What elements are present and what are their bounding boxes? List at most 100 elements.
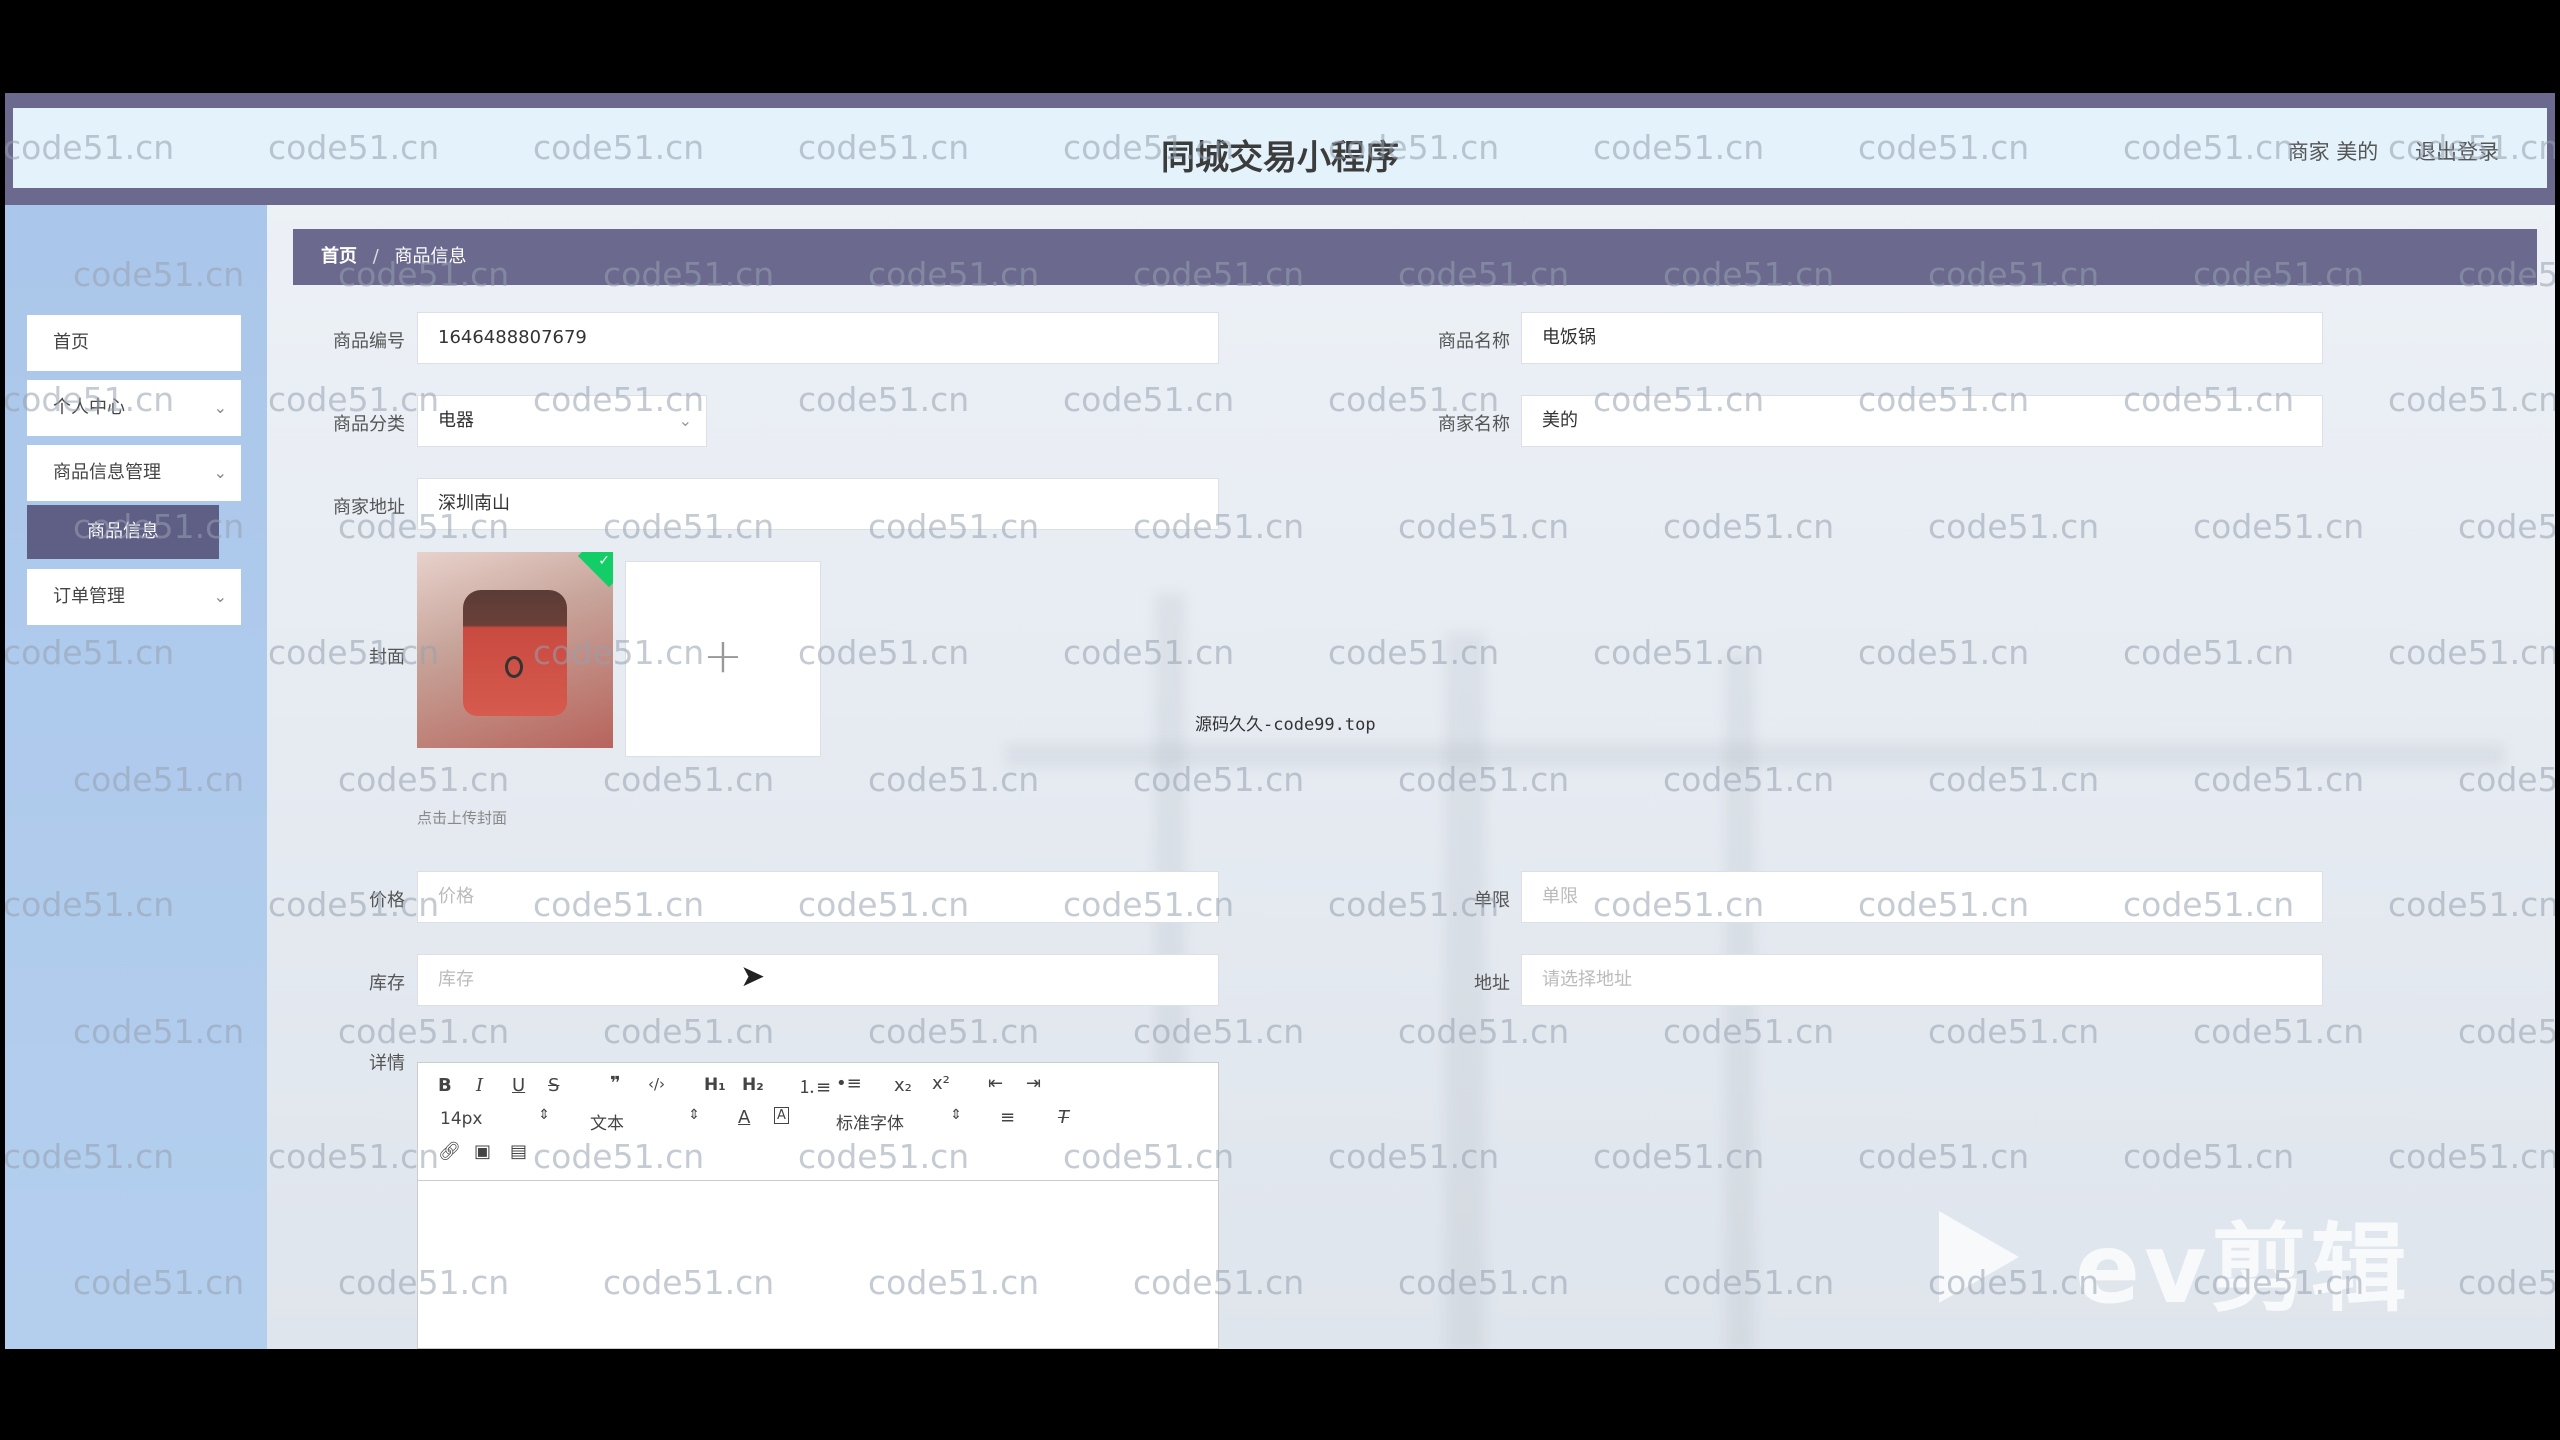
location-input[interactable]: 请选择地址 (1521, 954, 2323, 1006)
watermark-text: code51.cn (268, 1137, 440, 1176)
product-name-label: 商品名称 (1438, 331, 1510, 352)
limit-input[interactable]: 单限 (1521, 871, 2323, 923)
app-window: 同城交易小程序 商家 美的 退出登录 首页 个人中心 ⌄ 商品信息管理 ⌄ 商品… (5, 93, 2555, 1349)
font-family-select[interactable]: 标准字体 ⇕ (836, 1107, 962, 1134)
rice-cooker-button (505, 656, 523, 678)
watermark-text: code51.cn (603, 1012, 775, 1051)
watermark-text: code51.cn (2388, 380, 2555, 419)
video-icon[interactable]: ▤ (510, 1141, 527, 1162)
video-logo: ev剪辑 (2075, 1213, 2411, 1325)
watermark-text: code51.cn (1928, 1012, 2100, 1051)
stock-input[interactable]: 库存 (417, 954, 1219, 1006)
product-code-field[interactable]: 1646488807679 (417, 312, 1219, 364)
chevron-down-icon: ⌄ (213, 587, 227, 606)
watermark-text: code51.cn (798, 380, 970, 419)
sidebar-item-home[interactable]: 首页 (27, 315, 241, 371)
watermark-text: code51.cn (2458, 507, 2555, 546)
merchant-name-field[interactable]: 美的 (1521, 395, 2323, 447)
detail-label: 详情 (369, 1053, 405, 1074)
select-arrows-icon: ⇕ (950, 1107, 962, 1123)
strikethrough-icon[interactable]: S (548, 1075, 559, 1096)
sidebar-item-personal-center[interactable]: 个人中心 ⌄ (27, 380, 241, 436)
watermark-text: code51.cn (2193, 1012, 2365, 1051)
breadcrumb-separator: / (372, 246, 379, 267)
app-title: 同城交易小程序 (1161, 138, 1399, 178)
link-icon[interactable]: 🔗︎ (438, 1141, 461, 1162)
heading-2-icon[interactable]: H₂ (742, 1075, 764, 1095)
chevron-up-icon: ⌄ (213, 463, 227, 482)
upload-hint: 点击上传封面 (417, 809, 508, 827)
plus-icon: + (702, 628, 744, 684)
category-label: 商品分类 (333, 414, 405, 435)
cover-image[interactable]: ✓ (417, 552, 613, 748)
font-family-value: 标准字体 (836, 1114, 904, 1134)
watermark-text: code51.cn (2458, 1263, 2555, 1302)
merchant-address-field[interactable]: 深圳南山 (417, 478, 1219, 530)
sidebar-subitem-product-info[interactable]: 商品信息 (27, 505, 219, 559)
merchant-address-label: 商家地址 (333, 497, 405, 518)
text-type-select[interactable]: 文本 ⇕ (590, 1107, 700, 1134)
watermark-text: code51.cn (338, 1012, 510, 1051)
indent-icon[interactable]: ⇥ (1026, 1073, 1041, 1094)
chevron-down-icon: ⌄ (213, 398, 227, 417)
watermark-text: code51.cn (2458, 1012, 2555, 1051)
sidebar-item-product-management[interactable]: 商品信息管理 ⌄ (27, 445, 241, 501)
merchant-info: 商家 美的 退出登录 (2258, 136, 2499, 166)
watermark-text: code51.cn (2123, 1137, 2295, 1176)
font-size-select[interactable]: 14px ⇕ (440, 1107, 550, 1129)
bullet-list-icon[interactable]: •≡ (836, 1073, 862, 1094)
watermark-text: code51.cn (1063, 633, 1235, 672)
superscript-icon[interactable]: x² (932, 1073, 950, 1094)
align-icon[interactable]: ≡ (1000, 1107, 1015, 1128)
watermark-text: code51.cn (1063, 380, 1235, 419)
breadcrumb-home[interactable]: 首页 (321, 246, 357, 267)
ordered-list-icon[interactable]: ⒈≡ (798, 1073, 831, 1099)
watermark-text: code51.cn (338, 760, 510, 799)
subscript-icon[interactable]: x₂ (894, 1075, 912, 1096)
bold-icon[interactable]: B (438, 1075, 452, 1096)
heading-1-icon[interactable]: H₁ (704, 1075, 726, 1095)
watermark-text: code51.cn (2388, 1137, 2555, 1176)
check-icon: ✓ (598, 553, 610, 569)
category-select[interactable]: 电器 ⌄ (417, 395, 707, 447)
rice-cooker-image (463, 590, 567, 716)
outdent-icon[interactable]: ⇤ (988, 1073, 1003, 1094)
product-name-field[interactable]: 电饭锅 (1521, 312, 2323, 364)
watermark-text: code51.cn (1858, 633, 2030, 672)
underline-icon[interactable]: U (512, 1075, 525, 1096)
category-value: 电器 (438, 410, 474, 431)
limit-label: 单限 (1474, 890, 1510, 911)
breadcrumb: 首页 / 商品信息 (293, 229, 2537, 285)
watermark-text: code51.cn (1663, 507, 1835, 546)
watermark-text: code51.cn (2388, 633, 2555, 672)
center-note: 源码久久-code99.top (1195, 715, 1376, 735)
clear-format-icon[interactable]: T (1058, 1107, 1069, 1128)
editor-toolbar: B I U S ❞ ‹/› H₁ H₂ ⒈≡ •≡ x₂ x² ⇤ ⇥ 14px… (418, 1063, 1218, 1181)
header-bar: 同城交易小程序 商家 美的 退出登录 (13, 108, 2547, 188)
price-input[interactable]: 价格 (417, 871, 1219, 923)
background-color-icon[interactable]: A (774, 1107, 789, 1124)
font-size-value: 14px (440, 1109, 483, 1129)
rich-text-editor: B I U S ❞ ‹/› H₁ H₂ ⒈≡ •≡ x₂ x² ⇤ ⇥ 14px… (417, 1062, 1219, 1349)
code-block-icon[interactable]: ‹/› (648, 1075, 665, 1093)
chevron-down-icon: ⌄ (678, 411, 692, 430)
blockquote-icon[interactable]: ❞ (610, 1073, 621, 1094)
upload-cover-button[interactable]: + (625, 561, 821, 757)
select-arrows-icon: ⇕ (538, 1107, 550, 1123)
watermark-text: code51.cn (798, 633, 970, 672)
italic-icon[interactable]: I (476, 1075, 483, 1096)
sidebar-item-label: 首页 (53, 332, 89, 353)
font-color-icon[interactable]: A (738, 1107, 750, 1128)
cover-label: 封面 (369, 647, 405, 668)
image-icon[interactable]: ▣ (474, 1141, 491, 1162)
location-label: 地址 (1474, 973, 1510, 994)
sidebar-item-order-management[interactable]: 订单管理 ⌄ (27, 569, 241, 625)
mouse-cursor-icon: ➤ (740, 959, 766, 994)
watermark-text: code51.cn (1398, 507, 1570, 546)
watermark-text: code51.cn (603, 760, 775, 799)
breadcrumb-current: 商品信息 (394, 246, 467, 267)
watermark-text: code51.cn (2123, 633, 2295, 672)
logout-button[interactable]: 退出登录 (2415, 140, 2499, 164)
merchant-name-label: 商家名称 (1438, 414, 1510, 435)
watermark-text: code51.cn (2193, 507, 2365, 546)
